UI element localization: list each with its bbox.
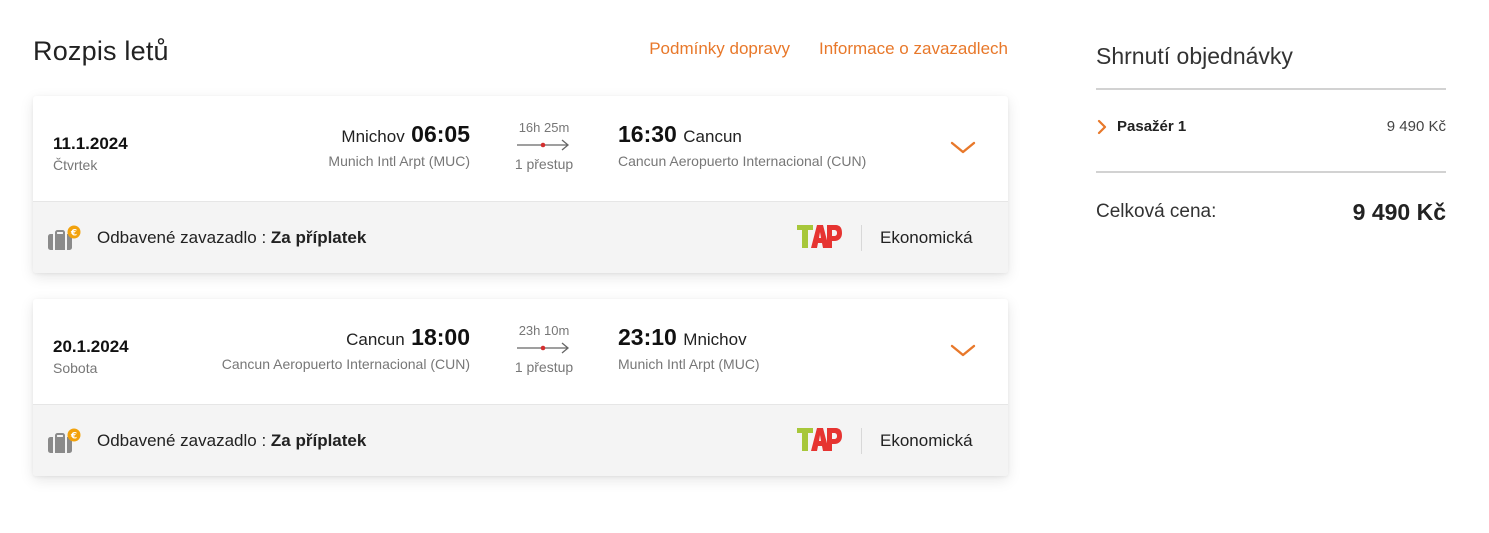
baggage-label: Odbavené zavazadlo : [97,228,271,247]
flight-summary[interactable]: 20.1.2024 Sobota Cancun 18:00 Cancun Aer… [33,299,1008,404]
flight-summary[interactable]: 11.1.2024 Čtvrtek Mnichov 06:05 Munich I… [33,96,1008,201]
total-label: Celková cena: [1096,201,1217,222]
flight-day: Čtvrtek [53,157,98,173]
arrival: 23:10 Mnichov Munich Intl Arpt (MUC) [618,324,760,372]
total-price: 9 490 Kč [1352,199,1446,225]
baggage-info: Odbavené zavazadlo : Za příplatek [97,228,366,248]
flight-date: 11.1.2024 [53,134,128,153]
page-title: Rozpis letů [33,36,169,66]
departure: Cancun 18:00 Cancun Aeropuerto Internaci… [222,324,470,372]
paid-baggage-icon: € [46,427,82,457]
cabin-class: Ekonomická [880,431,973,450]
chevron-down-icon[interactable] [950,137,976,157]
departure-time: 06:05 [411,121,470,147]
arrival-city: Mnichov [683,330,747,349]
arrival-city: Cancun [683,127,742,146]
flight-card: 11.1.2024 Čtvrtek Mnichov 06:05 Munich I… [33,96,1008,273]
tap-logo [795,424,843,454]
arrival-airport: Munich Intl Arpt (MUC) [618,356,760,372]
flight-stops: 1 přestup [514,156,574,172]
divider [1096,171,1446,173]
departure: Mnichov 06:05 Munich Intl Arpt (MUC) [328,121,470,169]
flight-details-bar: € Odbavené zavazadlo : Za příplatek Ekon… [33,201,1008,273]
flight-duration-block: 23h 10m 1 přestup [503,323,585,375]
baggage-info-link[interactable]: Informace o zavazadlech [819,39,1008,59]
flight-duration-block: 16h 25m 1 přestup [503,120,585,172]
chevron-down-icon[interactable] [950,340,976,360]
departure-city: Mnichov [341,127,405,146]
flight-details-bar: € Odbavené zavazadlo : Za příplatek Ekon… [33,404,1008,476]
arrival-time: 16:30 [618,121,677,147]
svg-text:€: € [70,229,77,239]
svg-text:€: € [70,432,77,442]
chevron-right-icon [1096,119,1108,135]
flight-duration: 23h 10m [518,323,570,338]
route-arrow-icon [517,137,571,153]
departure-city: Cancun [346,330,405,349]
paid-baggage-icon: € [46,224,82,254]
passenger-row[interactable]: Pasažér 1 9 490 Kč [1096,117,1446,137]
route-arrow-icon [517,340,571,356]
departure-airport: Munich Intl Arpt (MUC) [328,153,470,169]
summary-title: Shrnutí objednávky [1096,43,1293,69]
arrival-time: 23:10 [618,324,677,350]
baggage-value: Za příplatek [270,431,367,450]
arrival: 16:30 Cancun Cancun Aeropuerto Internaci… [618,121,866,169]
baggage-label: Odbavené zavazadlo : [97,431,271,450]
departure-airport: Cancun Aeropuerto Internacional (CUN) [221,356,470,372]
passenger-price: 9 490 Kč [1386,118,1446,135]
baggage-value: Za příplatek [270,228,367,247]
flight-day: Sobota [53,360,98,376]
divider [861,428,862,454]
baggage-info: Odbavené zavazadlo : Za příplatek [97,431,366,451]
tap-logo [795,221,843,251]
divider [1096,88,1446,90]
flight-stops: 1 přestup [514,359,574,375]
flight-date: 20.1.2024 [53,337,129,356]
flight-duration: 16h 25m [518,120,570,135]
flight-card: 20.1.2024 Sobota Cancun 18:00 Cancun Aer… [33,299,1008,476]
cabin-class: Ekonomická [880,228,973,247]
transport-conditions-link[interactable]: Podmínky dopravy [649,39,790,59]
departure-time: 18:00 [411,324,470,350]
arrival-airport: Cancun Aeropuerto Internacional (CUN) [618,153,867,169]
divider [861,225,862,251]
passenger-label: Pasažér 1 [1117,118,1187,135]
itinerary-links: Podmínky dopravy Informace o zavazadlech [649,39,1008,59]
